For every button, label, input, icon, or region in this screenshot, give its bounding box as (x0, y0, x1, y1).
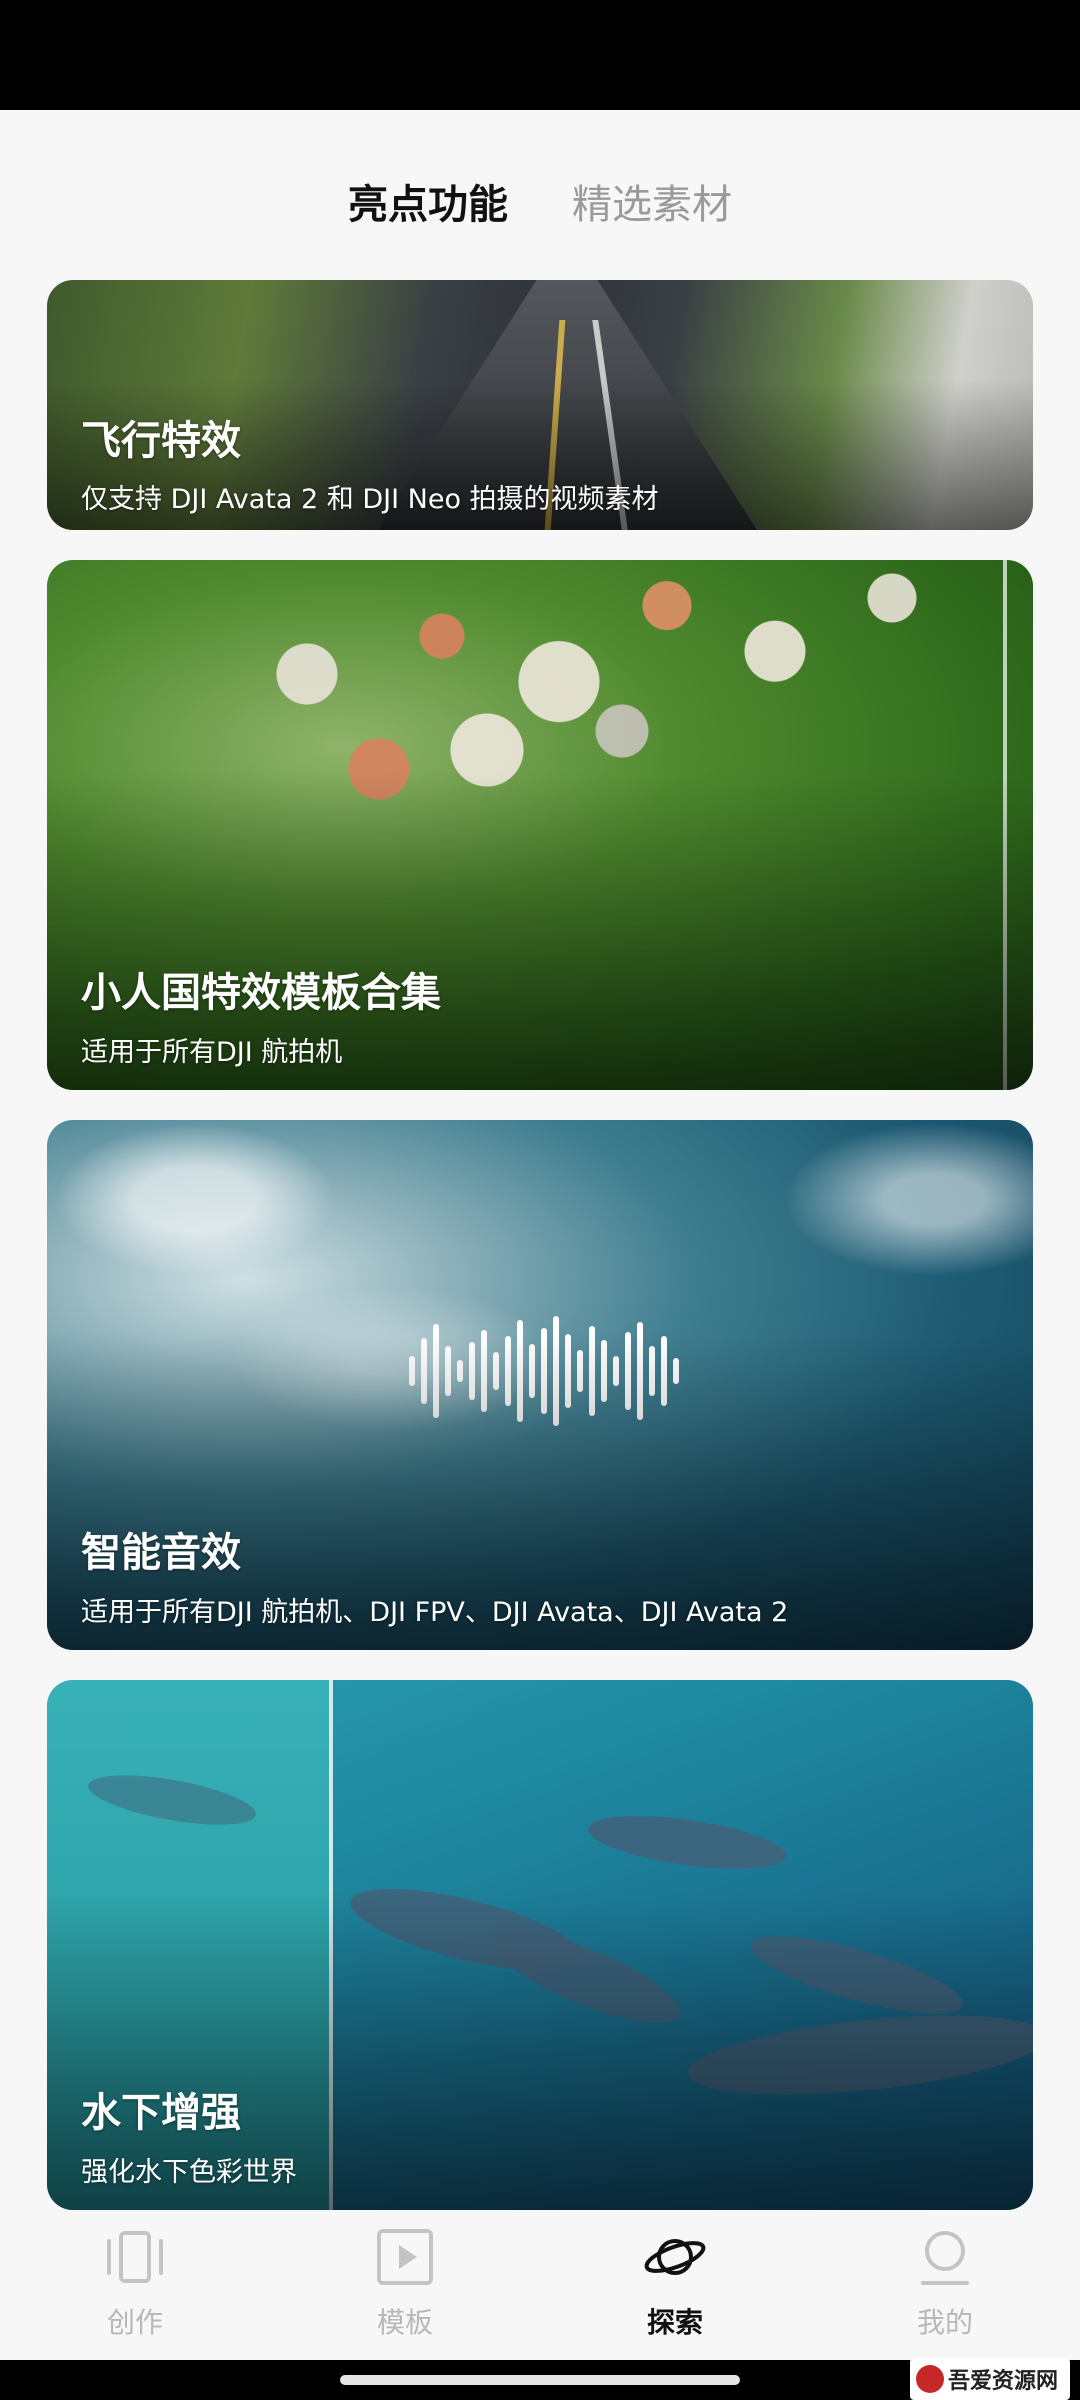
tab-label: 亮点功能 (348, 182, 508, 228)
card-title: 小人国特效模板合集 (81, 970, 441, 1016)
watermark-logo: 吾爱资源网 (910, 2358, 1070, 2400)
tab-featured-materials[interactable]: 精选素材 (572, 170, 732, 290)
card-subtitle: 强化水下色彩世界 (81, 2157, 297, 2188)
feature-card-smart-sound[interactable]: 智能音效 适用于所有DJI 航拍机、DJI FPV、DJI Avata、DJI … (47, 1120, 1033, 1650)
status-bar (0, 0, 1080, 110)
user-icon (921, 2231, 969, 2285)
watermark-icon (916, 2365, 944, 2393)
nav-label: 我的 (916, 2306, 973, 2339)
feature-card-underwater-enhance[interactable]: 水下增强 强化水下色彩世界 (47, 1680, 1033, 2210)
bottom-navigation: 创作 模板 探索 我的 (0, 2225, 1080, 2360)
nav-explore[interactable]: 探索 (575, 2225, 775, 2341)
tab-label: 精选素材 (572, 182, 732, 228)
card-title: 水下增强 (81, 2090, 241, 2136)
feature-card-tilt-shift[interactable]: 小人国特效模板合集 适用于所有DJI 航拍机 (47, 560, 1033, 1090)
planet-icon (644, 2239, 706, 2275)
card-subtitle: 适用于所有DJI 航拍机、DJI FPV、DJI Avata、DJI Avata… (81, 1597, 789, 1628)
dolphin-shape (584, 1806, 790, 1879)
play-template-icon (377, 2229, 433, 2285)
nav-label: 模板 (376, 2306, 433, 2339)
feature-card-flight-effects[interactable]: 飞行特效 仅支持 DJI Avata 2 和 DJI Neo 拍摄的视频素材 (47, 280, 1033, 530)
phone-frame-icon (107, 2231, 163, 2283)
top-tabs: 亮点功能 精选素材 (0, 170, 1080, 294)
card-title: 飞行特效 (81, 418, 241, 464)
nav-templates[interactable]: 模板 (305, 2225, 505, 2341)
nav-profile[interactable]: 我的 (845, 2225, 1045, 2341)
card-subtitle: 适用于所有DJI 航拍机 (81, 1037, 343, 1068)
nav-label: 创作 (106, 2306, 163, 2339)
nav-label: 探索 (646, 2306, 703, 2339)
nav-create[interactable]: 创作 (35, 2225, 235, 2341)
card-title: 智能音效 (81, 1530, 241, 1576)
home-indicator[interactable] (340, 2375, 740, 2385)
card-subtitle: 仅支持 DJI Avata 2 和 DJI Neo 拍摄的视频素材 (81, 484, 659, 515)
tab-highlight-features[interactable]: 亮点功能 (348, 170, 508, 294)
watermark-text: 吾爱资源网 (948, 2369, 1059, 2394)
explore-page: 亮点功能 精选素材 飞行特效 仅支持 DJI Avata 2 和 DJI Neo… (0, 110, 1080, 2360)
